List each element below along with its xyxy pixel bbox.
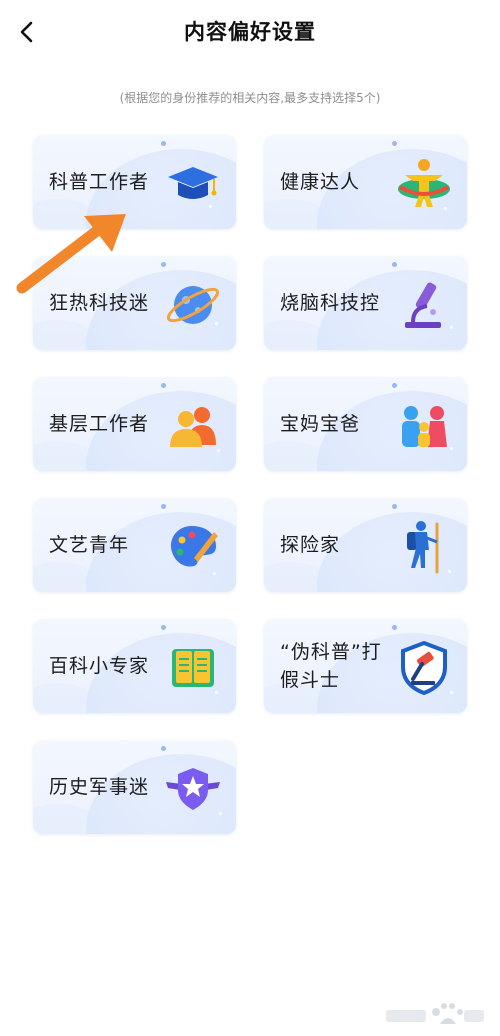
preference-card-pseudo-science-fighter[interactable]: “伪科普”打假斗士 bbox=[264, 619, 467, 713]
hiker-icon bbox=[407, 521, 439, 574]
shield-gavel-icon bbox=[401, 640, 447, 696]
card-label: 健康达人 bbox=[280, 171, 361, 193]
microscope-icon bbox=[405, 282, 441, 328]
preference-card-health-expert[interactable]: 健康达人 bbox=[264, 135, 467, 229]
fitness-person-icon bbox=[398, 159, 450, 207]
card-label: “伪科普”打假斗士 bbox=[280, 641, 382, 691]
preference-card-grassroots-worker[interactable]: 基层工作者 bbox=[33, 377, 236, 471]
baidu-watermark-logo bbox=[386, 1003, 484, 1024]
preference-card-encyclopedia-expert[interactable]: 百科小专家 bbox=[33, 619, 236, 713]
people-group-icon bbox=[170, 407, 216, 447]
card-label: 宝妈宝爸 bbox=[280, 413, 361, 435]
book-icon bbox=[172, 649, 214, 687]
graduation-cap-icon bbox=[168, 167, 218, 199]
page-title: 内容偏好设置 bbox=[184, 20, 316, 44]
card-label: 探险家 bbox=[280, 534, 341, 556]
preference-card-explorer[interactable]: 探险家 bbox=[264, 498, 467, 592]
selection-hint: (根据您的身份推荐的相关内容,最多支持选择5个) bbox=[119, 91, 381, 105]
preference-card-literary-youth[interactable]: 文艺青年 bbox=[33, 498, 236, 592]
card-label: 历史军事迷 bbox=[49, 776, 150, 798]
planet-icon bbox=[166, 286, 220, 324]
card-label: 基层工作者 bbox=[49, 413, 150, 435]
annotation-arrow bbox=[16, 214, 126, 294]
card-label: 烧脑科技控 bbox=[280, 292, 381, 314]
card-label: 文艺青年 bbox=[49, 534, 130, 556]
preference-card-brainy-tech[interactable]: 烧脑科技控 bbox=[264, 256, 467, 350]
military-star-icon bbox=[166, 768, 220, 810]
top-bar: 内容偏好设置 bbox=[0, 0, 500, 66]
card-label: 百科小专家 bbox=[49, 655, 150, 677]
family-icon bbox=[402, 406, 447, 447]
preference-card-history-military-fan[interactable]: 历史军事迷 bbox=[33, 740, 236, 834]
palette-icon bbox=[170, 526, 218, 567]
preference-card-parents[interactable]: 宝妈宝爸 bbox=[264, 377, 467, 471]
